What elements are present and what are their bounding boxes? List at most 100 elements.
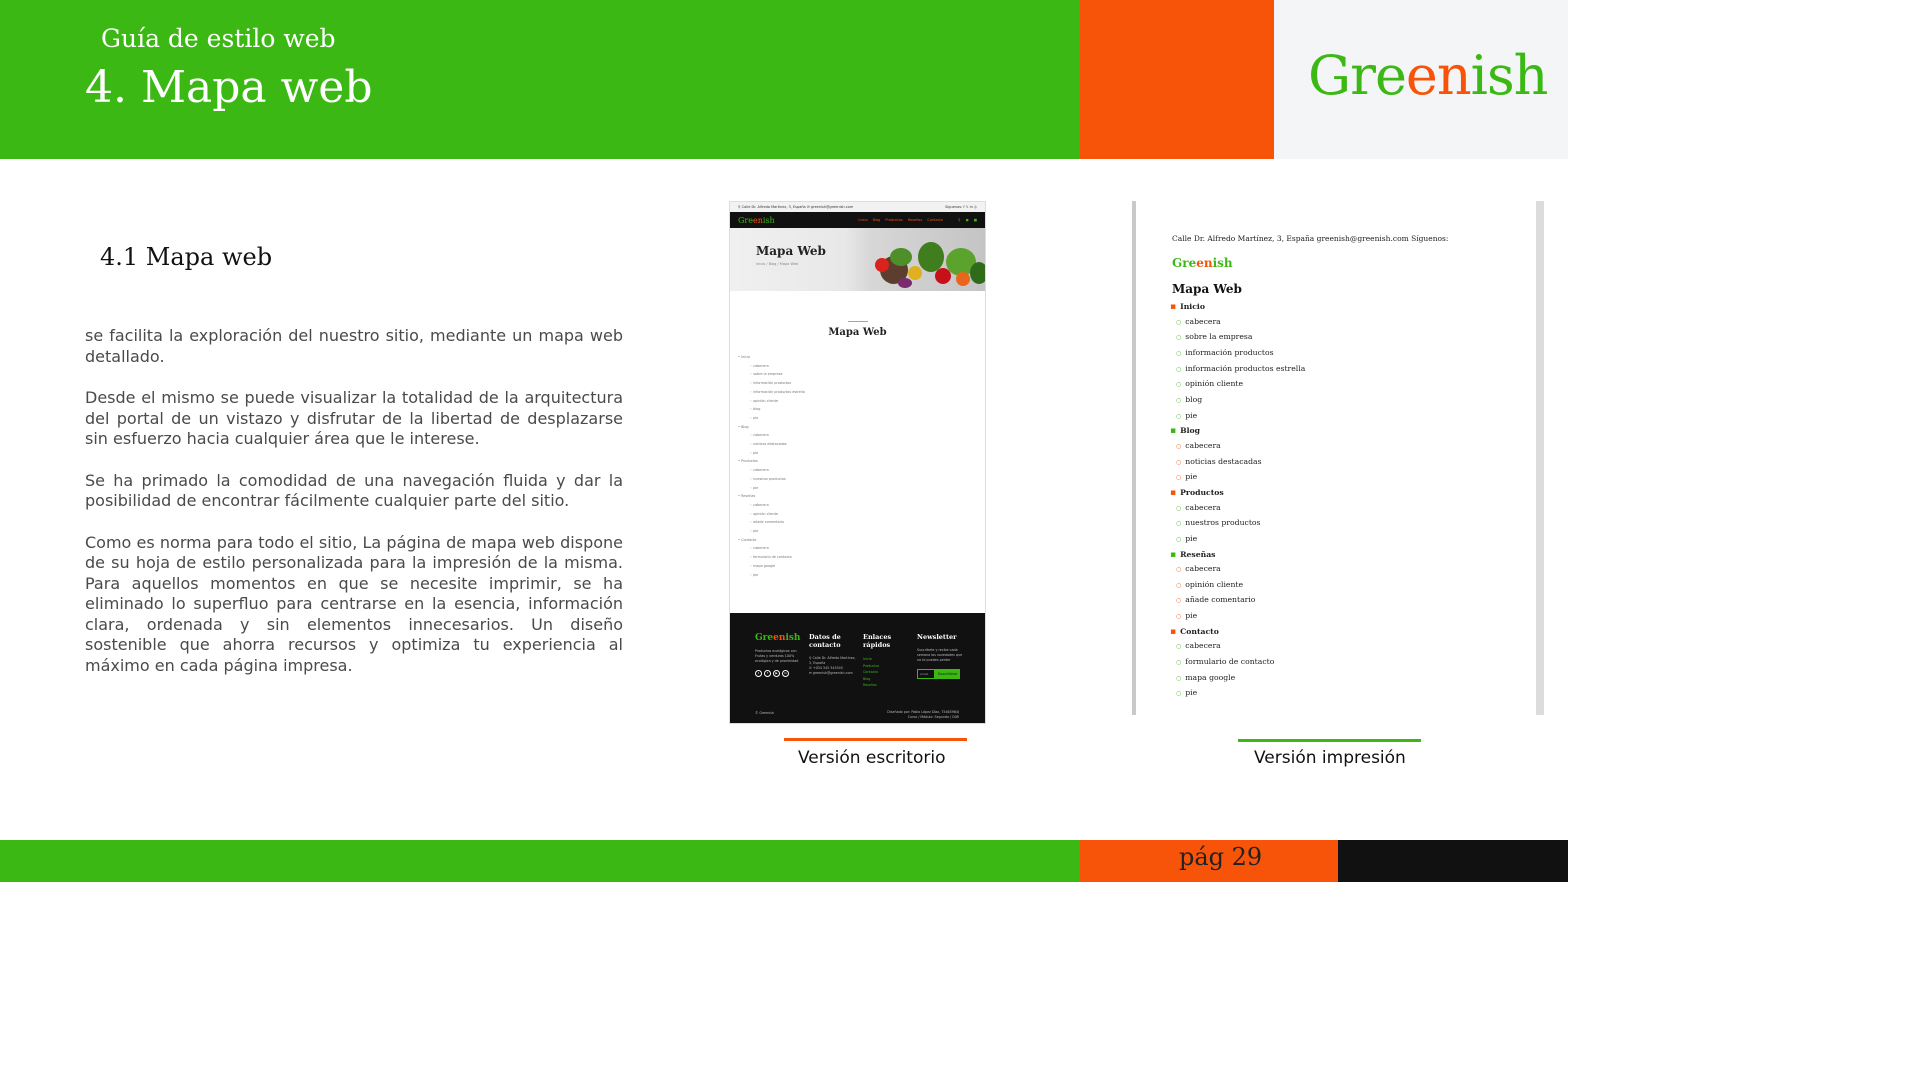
footer-contact-lines: ⚲ Calle Dr. Alfredo Martínez, 3, España … [809, 656, 856, 675]
print-logo-part: sh [1217, 256, 1233, 270]
sitemap-item: ○ noticias destacadas [1168, 455, 1305, 471]
sitemap-section: Productos [738, 457, 805, 466]
sitemap-item: ○ nuestros productos [1168, 516, 1305, 532]
circle-bullet-icon: ○ [1176, 318, 1182, 326]
sitemap-item-label: información productos estrella [1185, 363, 1306, 373]
desktop-topbar-social: Síguenos: f 𝕏 in ◎ [945, 205, 977, 209]
sitemap-section: ▪ Contacto [1168, 625, 1305, 640]
sitemap-item-label: cabecera [1185, 641, 1221, 651]
sitemap-item: pie [738, 414, 805, 423]
section-body: se facilita la exploración del nuestro s… [85, 326, 623, 697]
menu-item: Contacto [927, 218, 944, 222]
print-logo-part: en [1196, 256, 1213, 270]
desktop-topbar-contact: ⚲ Calle Dr. Alfredo Martínez, 3, España … [738, 205, 854, 209]
sitemap-item: sobre la empresa [738, 370, 805, 379]
footer-newsletter-title: Newsletter [917, 633, 957, 641]
menu-item: Reseñas [907, 218, 923, 222]
sitemap-item: ○ pie [1168, 409, 1305, 425]
circle-bullet-icon: ○ [1176, 535, 1182, 543]
sitemap-section-label: Contacto [1180, 626, 1219, 636]
facebook-icon: f [764, 670, 771, 677]
sitemap-section: ▪ Reseñas [1168, 548, 1305, 563]
circle-bullet-icon: ○ [1176, 613, 1182, 621]
sitemap-section: Reseñas [738, 492, 805, 501]
sitemap-item-label: cabecera [1185, 502, 1221, 512]
sitemap-item: blog [738, 405, 805, 414]
brand-logo-part: Gre [1308, 44, 1407, 107]
sitemap-item: cabecera [738, 466, 805, 475]
section-title: 4.1 Mapa web [100, 243, 273, 271]
caption-underline-green [1238, 739, 1421, 742]
carrot-image [956, 272, 970, 286]
sitemap-item: ○ opinión cliente [1168, 578, 1305, 594]
footer-logo-part: sh [788, 633, 801, 643]
desktop-hero-title: Mapa Web [756, 244, 826, 258]
sitemap-section-label: Reseñas [1180, 549, 1216, 559]
circle-bullet-icon: ○ [1176, 643, 1182, 651]
document-subtitle: Guía de estilo web [101, 24, 336, 53]
footer-credit: Diseñado por: Pablo López Díaz, 75465964… [887, 710, 959, 719]
footer-link: Blog [863, 676, 871, 681]
sitemap-item: ○ cabecera [1168, 315, 1305, 331]
sitemap-item: cabecera [738, 362, 805, 371]
circle-bullet-icon: ○ [1176, 349, 1182, 357]
user-icon: ● [965, 218, 969, 222]
sitemap-item-label: cabecera [1185, 440, 1221, 450]
paragraph: Como es norma para todo el sitio, La pág… [85, 532, 623, 675]
sitemap-item: mapa google [738, 562, 805, 571]
circle-bullet-icon: ○ [1176, 334, 1182, 342]
desktop-sitemap-list: Inicio cabecera sobre la empresa informa… [738, 353, 805, 579]
sitemap-item: pie [738, 527, 805, 536]
footer-black-band [1338, 840, 1568, 882]
sitemap-item: información productos [738, 379, 805, 388]
sitemap-item-label: formulario de contacto [1185, 657, 1275, 667]
sitemap-section: Contacto [738, 536, 805, 545]
footer-link: Productos [863, 663, 880, 668]
eggplant-image [898, 278, 912, 288]
sitemap-item-label: añade comentario [1185, 595, 1256, 605]
youtube-icon: ▶ [773, 670, 780, 677]
sitemap-item-label: opinión cliente [1185, 379, 1244, 389]
brand-logo-part: sh [1486, 44, 1548, 107]
sitemap-section: Blog [738, 423, 805, 432]
bullet-icon: ▪ [1170, 302, 1177, 312]
sitemap-item-label: pie [1185, 688, 1198, 698]
sitemap-item: pie [738, 571, 805, 580]
sitemap-item: ○ mapa google [1168, 671, 1305, 687]
circle-bullet-icon: ○ [1176, 659, 1182, 667]
print-version-screenshot: Calle Dr. Alfredo Martínez, 3, España gr… [1132, 201, 1544, 715]
menu-item: Productos [885, 218, 903, 222]
desktop-logo-part: Gre [738, 215, 753, 225]
sitemap-item: noticias destacadas [738, 440, 805, 449]
brand-logo: Greenish [1308, 44, 1548, 107]
print-logo-part: Gre [1172, 256, 1197, 270]
sitemap-item-label: opinión cliente [1185, 579, 1244, 589]
sitemap-item: ○ opinión cliente [1168, 377, 1305, 393]
sitemap-item-label: nuestros productos [1185, 518, 1261, 528]
menu-item: Inicio [858, 218, 868, 222]
desktop-navbar: Greenish Inicio Blog Productos Reseñas C… [730, 212, 985, 228]
desktop-version-screenshot: ⚲ Calle Dr. Alfredo Martínez, 3, España … [729, 201, 986, 724]
circle-bullet-icon: ○ [1176, 597, 1182, 605]
breadcrumb: Inicio / Blog / Mapa Web [756, 262, 799, 266]
footer-logo: Greenish [755, 633, 800, 643]
bullet-icon: ▪ [1170, 626, 1177, 637]
sitemap-item: cabecera [738, 544, 805, 553]
sitemap-item-label: noticias destacadas [1185, 456, 1262, 466]
circle-bullet-icon: ○ [1176, 458, 1182, 466]
bullet-icon: ▪ [1170, 487, 1177, 498]
newsletter-subscribe-button: Suscribirse [935, 669, 960, 679]
print-sitemap-title: Mapa Web [1172, 282, 1242, 296]
sitemap-section: ▪ Productos [1168, 486, 1305, 501]
sitemap-item: ○ información productos estrella [1168, 362, 1305, 378]
paragraph: Se ha primado la comodidad de una navega… [85, 470, 623, 511]
desktop-hero: Mapa Web Inicio / Blog / Mapa Web [730, 228, 985, 291]
sitemap-item: ○ sobre la empresa [1168, 330, 1305, 346]
footer-logo-part: en [773, 633, 786, 643]
footer-copyright: © Greenish [755, 711, 775, 715]
sitemap-item: ○ blog [1168, 393, 1305, 409]
caption-desktop-version: Versión escritorio [798, 748, 946, 768]
sitemap-item-label: pie [1185, 611, 1198, 621]
footer-logo-part: Gre [755, 633, 774, 643]
caption-underline-orange [784, 738, 967, 741]
